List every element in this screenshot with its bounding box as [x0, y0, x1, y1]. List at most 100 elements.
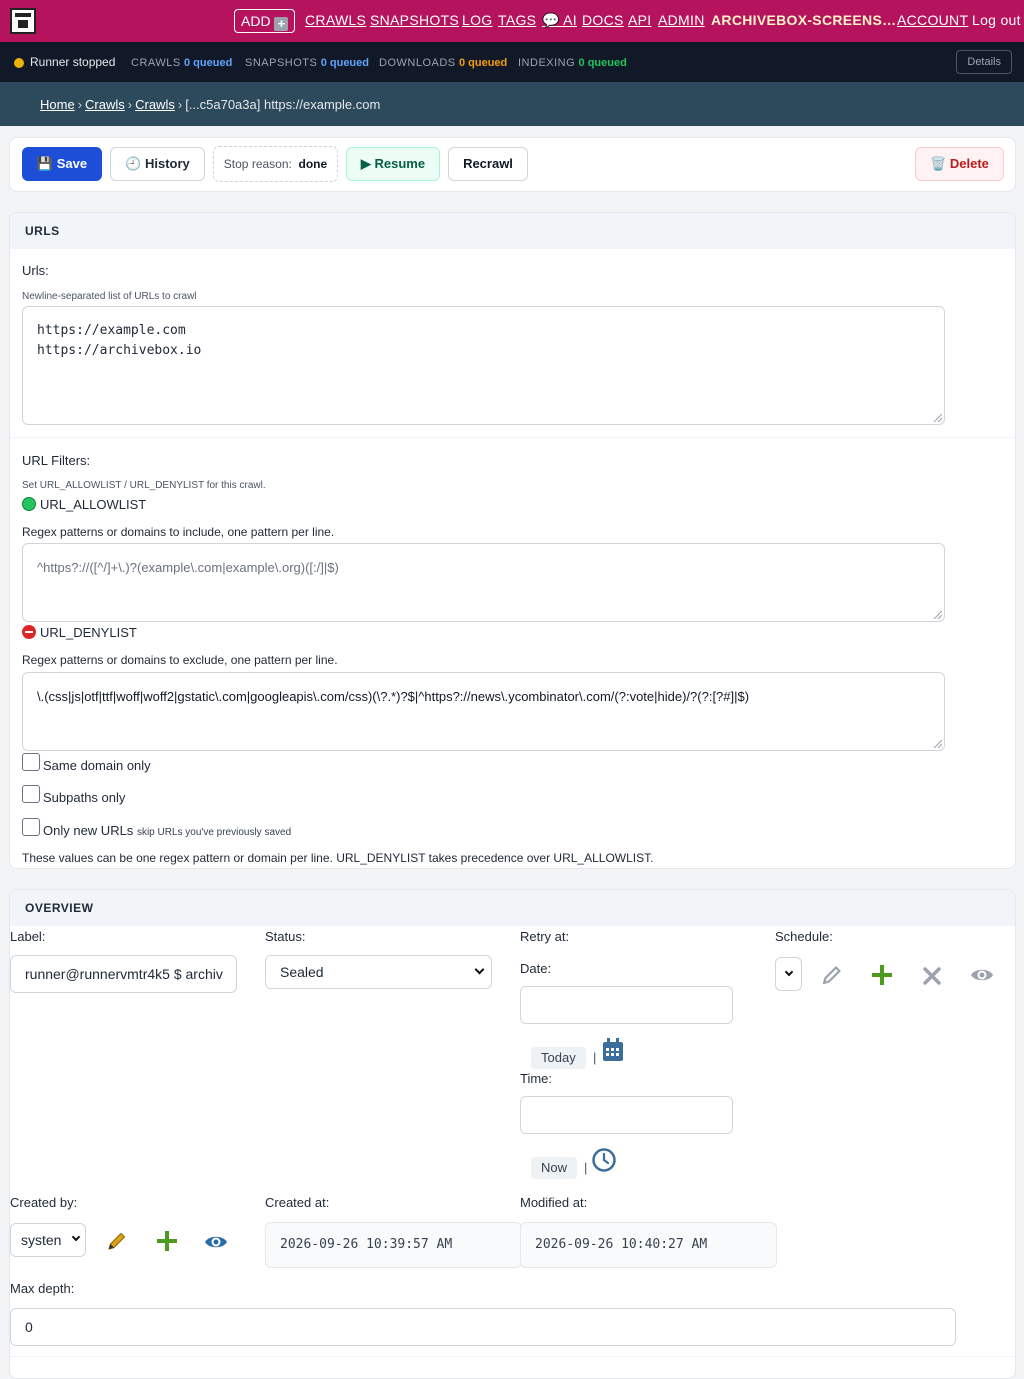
view-eye-icon[interactable]	[204, 1233, 228, 1251]
allowlist-textarea[interactable]: ^https?://([^/]+\.)?(example\.com|exampl…	[22, 543, 945, 622]
date-input[interactable]	[520, 986, 733, 1024]
breadcrumb-crawls-app[interactable]: Crawls	[85, 97, 125, 112]
created-by-select[interactable]: systen	[10, 1223, 86, 1257]
runner-status-dot-icon	[14, 58, 24, 68]
only-new-checkbox[interactable]	[22, 818, 40, 836]
urls-line: https://example.com	[37, 323, 186, 338]
delete-button[interactable]: 🗑️ Delete	[915, 147, 1004, 181]
overview-panel-heading: OVERVIEW	[10, 890, 1015, 926]
same-domain-checkbox[interactable]	[22, 753, 40, 771]
resize-grip-icon[interactable]	[934, 740, 942, 748]
save-button[interactable]: 💾 Save	[22, 147, 102, 181]
breadcrumb-current: [...c5a70a3a] https://example.com	[185, 97, 381, 112]
status-select-value: Sealed	[280, 964, 324, 980]
nav-log[interactable]: LOG	[462, 12, 492, 28]
snapshots-queue-value: 0 queued	[320, 57, 369, 69]
no-entry-icon	[22, 625, 36, 639]
crawls-queue: CRAWLS 0 queued	[131, 55, 232, 69]
urls-panel-heading: URLS	[10, 213, 1015, 249]
today-link[interactable]: Today	[531, 1047, 586, 1069]
view-eye-icon[interactable]	[970, 966, 994, 984]
downloads-queue-label: DOWNLOADS	[379, 57, 456, 69]
nav-tags[interactable]: TAGS	[498, 12, 536, 28]
recrawl-button[interactable]: Recrawl	[448, 147, 528, 181]
breadcrumb-crawls[interactable]: Crawls	[135, 97, 175, 112]
subpaths-label: Subpaths only	[43, 790, 126, 805]
status-select[interactable]: Sealed	[265, 955, 492, 989]
denylist-value: \.(css|js|otf|ttf|woff|woff2|gstatic\.co…	[37, 689, 750, 704]
allowlist-help: Regex patterns or domains to include, on…	[22, 525, 335, 539]
resize-grip-icon[interactable]	[934, 414, 942, 422]
breadcrumb-home[interactable]: Home	[40, 97, 75, 112]
max-depth-input[interactable]: 0	[10, 1308, 956, 1346]
resize-grip-icon[interactable]	[934, 611, 942, 619]
nav-api[interactable]: API	[628, 12, 651, 28]
status-field-label: Status:	[265, 929, 306, 944]
now-link[interactable]: Now	[531, 1157, 578, 1179]
chevron-down-icon	[71, 1232, 81, 1242]
separator: |	[593, 1050, 597, 1065]
label-input[interactable]: runner@runnervmtr4k5 $ archiv	[10, 955, 237, 993]
chevron-down-icon	[784, 967, 794, 977]
edit-pencil-icon[interactable]	[106, 1230, 128, 1252]
snapshots-queue: SNAPSHOTS 0 queued	[245, 55, 369, 69]
nav-snapshots[interactable]: SNAPSHOTS	[370, 12, 459, 28]
history-button[interactable]: 🕘 History	[110, 147, 205, 181]
time-label: Time:	[520, 1071, 553, 1086]
only-new-help: skip URLs you've previously saved	[136, 827, 292, 838]
add-button[interactable]: ADD +	[234, 9, 296, 33]
retry-at-label: Retry at:	[520, 929, 570, 944]
archivebox-logo-icon[interactable]	[10, 8, 36, 34]
nav-user[interactable]: ARCHIVEBOX-SCREENS…	[711, 12, 896, 28]
nav-account[interactable]: ACCOUNT	[897, 12, 968, 28]
denylist-textarea[interactable]: \.(css|js|otf|ttf|woff|woff2|gstatic\.co…	[22, 672, 945, 751]
add-icon[interactable]	[156, 1230, 178, 1252]
created-by-label: Created by:	[10, 1195, 78, 1210]
only-new-label: Only new URLs skip URLs you've previousl…	[43, 823, 291, 838]
calendar-icon[interactable]	[602, 1038, 624, 1062]
urls-help: Newline-separated list of URLs to crawl	[22, 291, 197, 302]
denylist-help: Regex patterns or domains to exclude, on…	[22, 653, 338, 667]
downloads-queue: DOWNLOADS 0 queued	[379, 55, 507, 69]
resume-button[interactable]: ▶ Resume	[346, 147, 440, 181]
modified-at-label: Modified at:	[520, 1195, 588, 1210]
nav-crawls[interactable]: CRAWLS	[305, 12, 366, 28]
schedule-label: Schedule:	[775, 929, 833, 944]
add-icon[interactable]	[871, 964, 893, 986]
delete-x-icon[interactable]	[922, 966, 942, 986]
time-input[interactable]	[520, 1096, 733, 1134]
nav-logout[interactable]: Log out	[972, 12, 1021, 28]
clock-icon[interactable]	[592, 1148, 616, 1172]
nav-admin[interactable]: ADMIN	[658, 12, 705, 28]
created-at-label: Created at:	[265, 1195, 330, 1210]
edit-pencil-icon[interactable]	[821, 964, 843, 986]
max-depth-label: Max depth:	[10, 1281, 75, 1296]
nav-ai[interactable]: 💬 AI	[542, 12, 577, 29]
separator: |	[584, 1160, 588, 1175]
created-by-value: systen	[21, 1232, 62, 1248]
urls-textarea[interactable]: https://example.com https://archivebox.i…	[22, 306, 945, 425]
breadcrumb-bar: Home › Crawls › Crawls › [...c5a70a3a] https:/…	[0, 82, 1024, 126]
top-nav: ADD + CRAWLS SNAPSHOTS LOG TAGS 💬 AI DOC…	[0, 0, 1024, 42]
add-label: ADD	[241, 13, 271, 29]
url-filters-help: Set URL_ALLOWLIST / URL_DENYLIST for thi…	[22, 480, 266, 491]
modified-at-value: 2026-09-26 10:40:27 AM	[520, 1222, 777, 1268]
nav-docs[interactable]: DOCS	[582, 12, 624, 28]
schedule-select[interactable]	[775, 957, 802, 991]
denylist-label-text: URL_DENYLIST	[40, 625, 137, 640]
allowlist-label-text: URL_ALLOWLIST	[40, 497, 147, 512]
subpaths-checkbox[interactable]	[22, 785, 40, 803]
green-circle-icon	[22, 497, 36, 511]
status-bar: Runner stopped CRAWLS 0 queued SNAPSHOTS…	[0, 42, 1024, 82]
crawls-queue-value: 0 queued	[184, 57, 233, 69]
denylist-label: URL_DENYLIST	[22, 625, 137, 640]
urls-label: Urls:	[22, 263, 49, 278]
allowlist-placeholder: ^https?://([^/]+\.)?(example\.com|exampl…	[37, 560, 339, 575]
indexing-queue: INDEXING 0 queued	[518, 55, 627, 69]
indexing-queue-value: 0 queued	[578, 57, 627, 69]
runner-status: Runner stopped	[30, 55, 116, 69]
details-button[interactable]: Details	[956, 50, 1012, 74]
action-toolbar: 💾 Save 🕘 History Stop reason: done ▶ Res…	[9, 137, 1016, 192]
filters-footer-note: These values can be one regex pattern or…	[22, 851, 654, 865]
indexing-queue-label: INDEXING	[518, 57, 576, 69]
